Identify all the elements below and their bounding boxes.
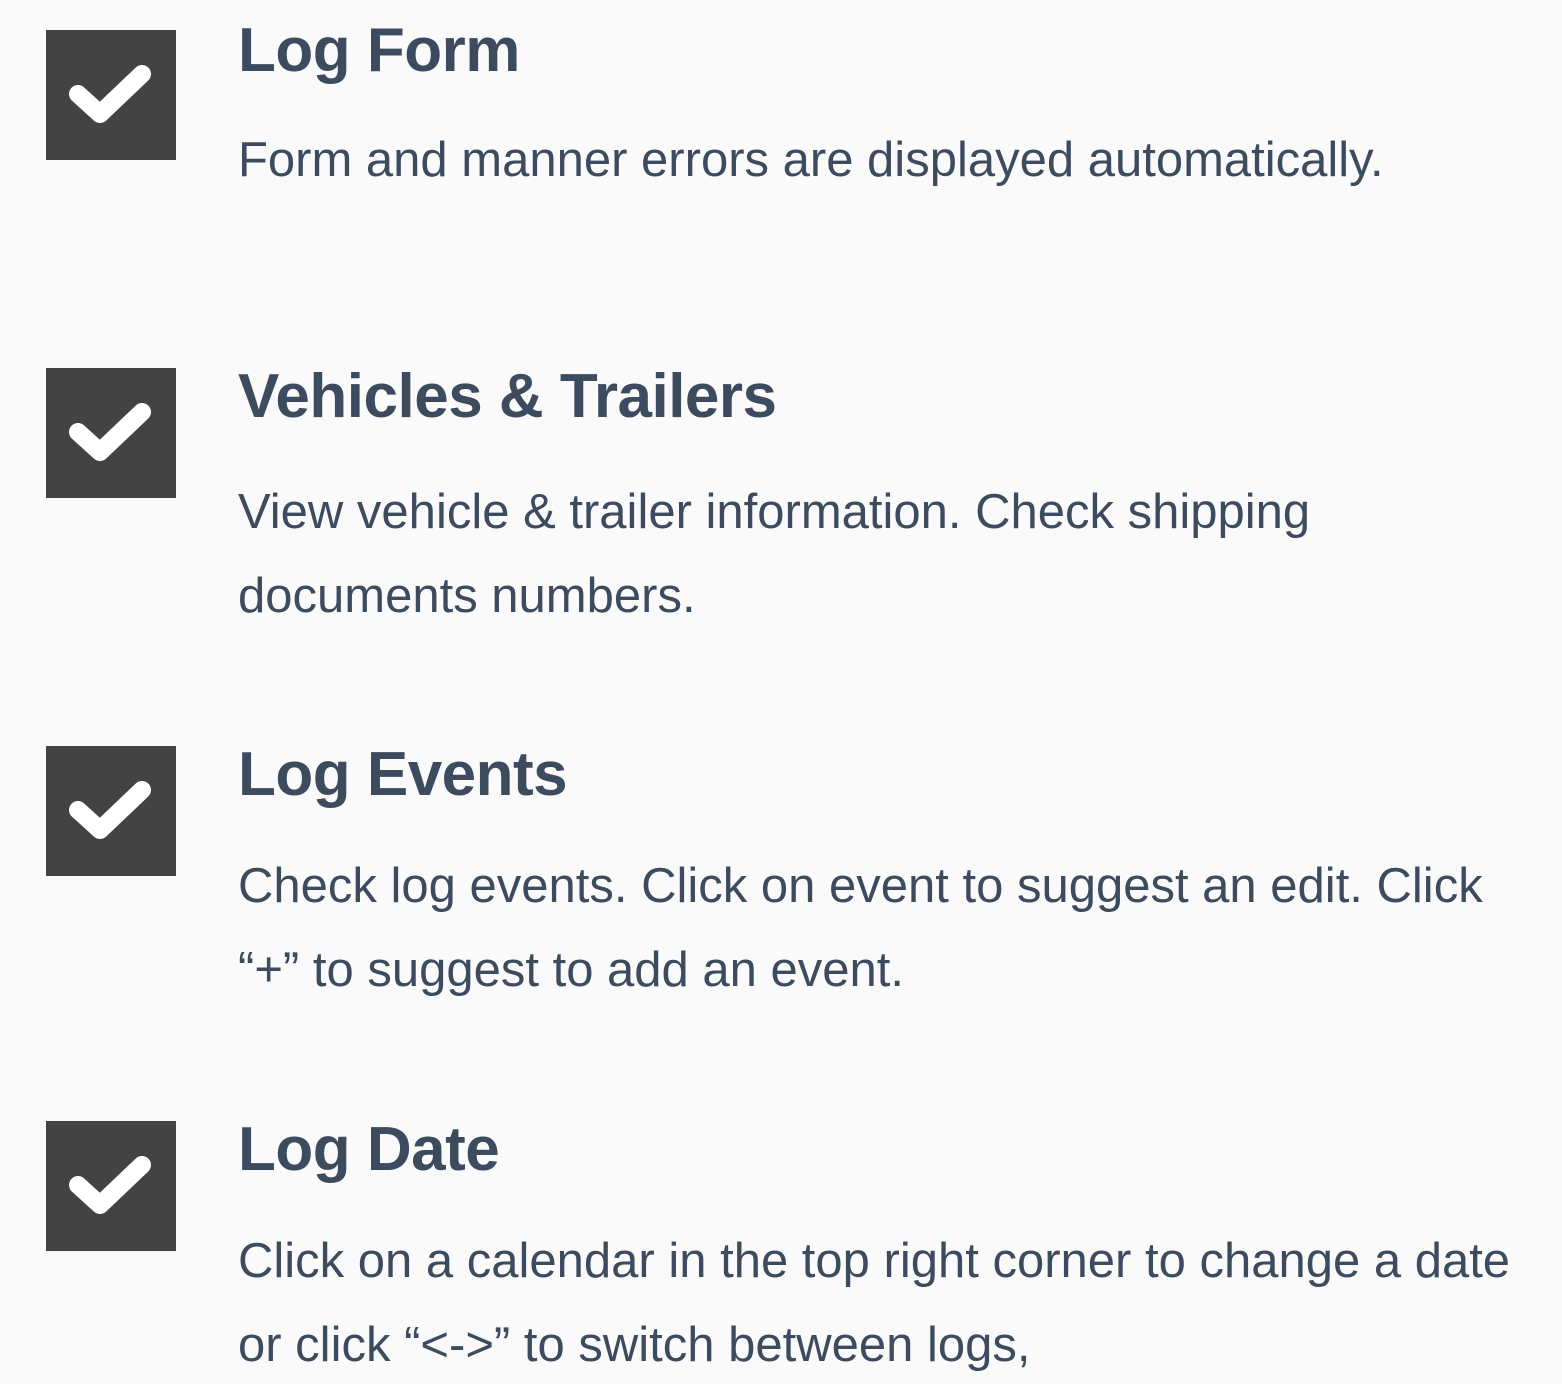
checkmark-icon bbox=[46, 368, 176, 498]
feature-title: Log Events bbox=[238, 740, 568, 809]
feature-description: View vehicle & trailer information. Chec… bbox=[238, 485, 1311, 623]
checkmark-icon bbox=[46, 30, 176, 160]
feature-description: Form and manner errors are displayed aut… bbox=[238, 133, 1384, 187]
feature-title: Vehicles & Trailers bbox=[238, 362, 777, 431]
checkmark-icon bbox=[46, 1121, 176, 1251]
feature-title: Log Date bbox=[238, 1115, 500, 1184]
feature-description: Check log events. Click on event to sugg… bbox=[238, 859, 1483, 997]
feature-description: Click on a calendar in the top right cor… bbox=[238, 1234, 1511, 1372]
checkmark-icon bbox=[46, 746, 176, 876]
feature-title: Log Form bbox=[238, 16, 520, 85]
